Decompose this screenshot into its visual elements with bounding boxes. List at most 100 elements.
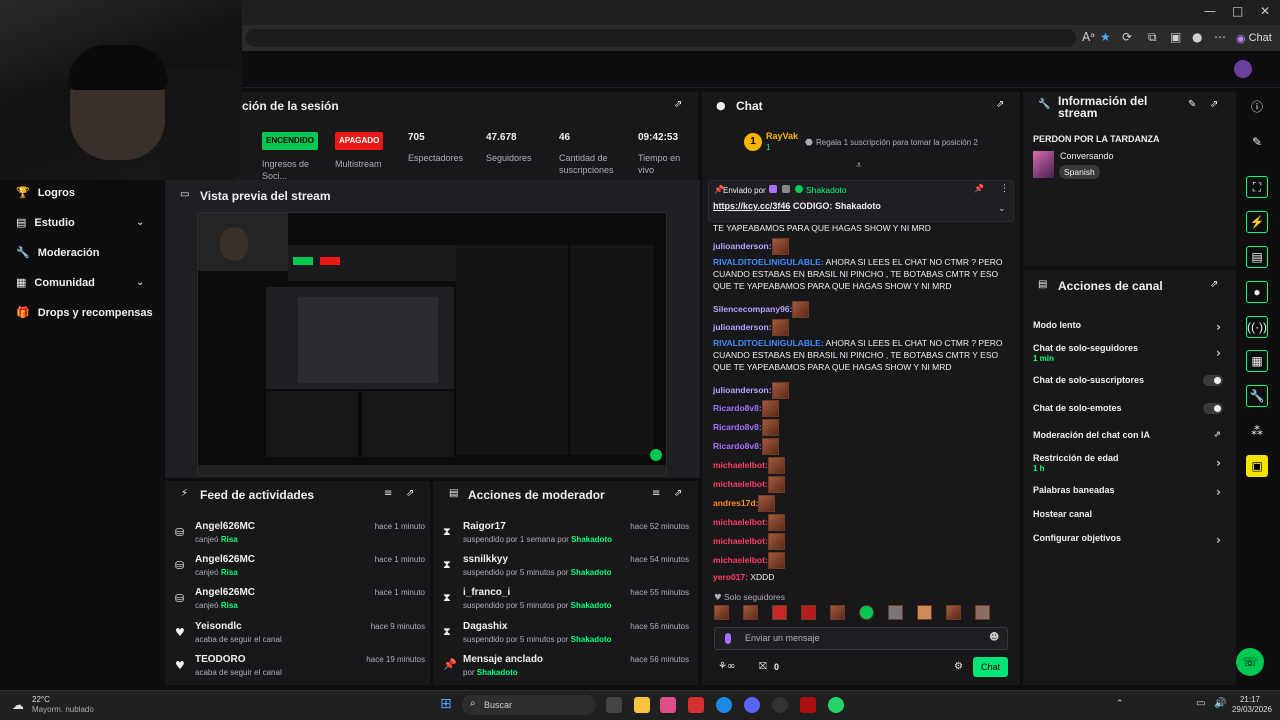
minimize-button[interactable]: — [1204, 4, 1216, 18]
chevron-up-icon[interactable]: ⌃ [1116, 699, 1124, 709]
file-explorer-icon[interactable] [634, 697, 650, 713]
emote-icon[interactable] [767, 514, 785, 531]
send-chat-button[interactable]: Chat [973, 657, 1008, 677]
emote-icon[interactable] [888, 605, 903, 620]
action-moderacion-ia[interactable]: Moderación del chat con IA ⇗ [1033, 430, 1225, 440]
channel-points-icon[interactable]: ⚘∞ [718, 661, 735, 672]
nav-item-estudio[interactable]: ▤ Estudio ⌄ [16, 216, 144, 229]
chat-username[interactable]: michaelelbot: [713, 460, 768, 470]
weather-temp[interactable]: 22°C [32, 695, 50, 704]
close-button[interactable]: ✕ [1260, 4, 1270, 18]
puzzle-icon[interactable]: ⧉ [1148, 30, 1157, 45]
popout-icon[interactable]: ⇗ [674, 488, 682, 499]
popout-icon[interactable]: ⇗ [1210, 99, 1218, 110]
broadcast-icon[interactable]: ((·)) [1246, 316, 1268, 338]
emoji-picker-icon[interactable]: ☻ [989, 632, 999, 643]
emote-icon[interactable] [771, 382, 789, 399]
emote-icon[interactable] [761, 400, 779, 417]
popout-icon[interactable]: ⇗ [996, 99, 1004, 110]
more-options-icon[interactable]: ⋯ [1214, 30, 1226, 44]
nav-item-drops[interactable]: 🎁 Drops y recompensas [16, 306, 153, 319]
support-chat-icon[interactable]: ☏ [1236, 648, 1264, 676]
edge-browser-icon[interactable] [716, 697, 732, 713]
feed-user[interactable]: Angel626MC [195, 587, 255, 598]
chat-username[interactable]: RIVALDITOELINIGULABLE: [713, 257, 824, 267]
nav-item-logros[interactable]: 🏆 Logros [16, 186, 75, 199]
action-modo-lento[interactable]: Modo lento › [1033, 320, 1225, 334]
emote-icon[interactable] [946, 605, 961, 620]
emote-icon[interactable] [767, 476, 785, 493]
task-view-icon[interactable] [606, 697, 622, 713]
chat-username[interactable]: Ricardo8v8: [713, 422, 762, 432]
emote-icon[interactable] [771, 238, 789, 255]
crop-icon[interactable]: ⛶ [1246, 176, 1268, 198]
more-vertical-icon[interactable]: ⋮ [1000, 184, 1009, 194]
action-restriccion-edad[interactable]: Restricción de edad 1 h › [1033, 453, 1225, 473]
stream-preview-video[interactable] [197, 212, 667, 476]
edit-pencil-icon[interactable]: ✎ [1188, 99, 1196, 110]
mod-user[interactable]: i_franco_i [463, 587, 510, 598]
chat-username[interactable]: julioanderson: [713, 241, 772, 251]
gift-box-icon[interactable]: ⛝ [759, 661, 767, 672]
action-solo-seguidores[interactable]: Chat de solo-seguidores 1 min › [1033, 343, 1225, 363]
chat-input[interactable]: Enviar un mensaje ☻ [714, 627, 1008, 650]
feed-user[interactable]: TEODORO [195, 654, 246, 665]
action-palabras-baneadas[interactable]: Palabras baneadas › [1033, 485, 1225, 499]
action-configurar-objetivos[interactable]: Configurar objetivos › [1033, 533, 1225, 547]
office-app-icon[interactable] [688, 697, 704, 713]
emote-icon[interactable] [917, 605, 932, 620]
chat-username[interactable]: yero017: [713, 572, 748, 582]
filter-icon[interactable]: ≡ [384, 488, 392, 499]
collapse-icon[interactable]: ⩡ [856, 160, 862, 171]
chat-username[interactable]: michaelelbot: [713, 536, 768, 546]
calendar-icon[interactable]: ▣ [1246, 455, 1268, 477]
chat-bubble-icon[interactable]: ● [1246, 281, 1268, 303]
copilot-chat-button[interactable]: ◉ Chat [1236, 30, 1272, 46]
pencil-icon[interactable]: ✎ [1246, 131, 1268, 153]
popout-icon[interactable]: ⇗ [1210, 279, 1218, 290]
emote-icon[interactable] [859, 605, 874, 620]
mod-user[interactable]: ssnilkkyy [463, 554, 508, 565]
mod-user[interactable]: Dagashix [463, 621, 507, 632]
unpin-icon[interactable]: 📌 [974, 184, 984, 193]
emote-icon[interactable] [975, 605, 990, 620]
discord-icon[interactable] [744, 697, 760, 713]
feed-user[interactable]: Yeisondlc [195, 621, 242, 632]
profile-avatar-icon[interactable]: ● [1192, 30, 1202, 44]
popout-icon[interactable]: ⇗ [406, 488, 414, 499]
chat-username[interactable]: Ricardo8v8: [713, 403, 762, 413]
category-thumbnail[interactable] [1033, 151, 1054, 178]
windows-start-icon[interactable]: ⊞ [440, 696, 452, 712]
taskbar-search[interactable]: ⌕ Buscar [462, 695, 596, 715]
mod-user[interactable]: Raigor17 [463, 521, 506, 532]
chat-username[interactable]: julioanderson: [713, 385, 772, 395]
emote-icon[interactable] [830, 605, 845, 620]
emote-icon[interactable] [767, 457, 785, 474]
whatsapp-icon[interactable] [828, 697, 844, 713]
feed-user[interactable]: Angel626MC [195, 554, 255, 565]
subscribers-only-toggle[interactable] [1203, 375, 1223, 386]
mod-user[interactable]: Mensaje anclado [463, 654, 543, 665]
favorite-star-icon[interactable]: ★ [1100, 30, 1111, 44]
gift-sub-text[interactable]: Regala 1 suscripción para tomar la posic… [816, 138, 978, 147]
chat-username[interactable]: RIVALDITOELINIGULABLE: [713, 338, 824, 348]
feed-user[interactable]: Angel626MC [195, 521, 255, 532]
chat-username[interactable]: Silencecompany96: [713, 304, 792, 314]
pinned-user[interactable]: Shakadoto [806, 185, 847, 195]
emote-icon[interactable] [801, 605, 816, 620]
community-icon[interactable]: ⁂ [1246, 420, 1268, 442]
mod-queue-icon[interactable]: ▦ [1246, 350, 1268, 372]
maximize-button[interactable]: □ [1232, 4, 1243, 18]
status-badge-on[interactable]: ENCENDIDO [262, 132, 319, 150]
emote-icon[interactable] [761, 419, 779, 436]
nav-item-moderacion[interactable]: 🔧 Moderación [16, 246, 99, 259]
emotes-only-toggle[interactable] [1203, 403, 1223, 414]
emote-icon[interactable] [767, 533, 785, 550]
game-app-icon[interactable] [800, 697, 816, 713]
category-name[interactable]: Conversando [1060, 151, 1114, 161]
chevron-down-icon[interactable]: ⌄ [998, 204, 1006, 214]
leaderboard-user[interactable]: RayVak [766, 131, 798, 141]
emote-icon[interactable] [767, 552, 785, 569]
emote-icon[interactable] [772, 605, 787, 620]
copilot-app-icon[interactable] [660, 697, 676, 713]
